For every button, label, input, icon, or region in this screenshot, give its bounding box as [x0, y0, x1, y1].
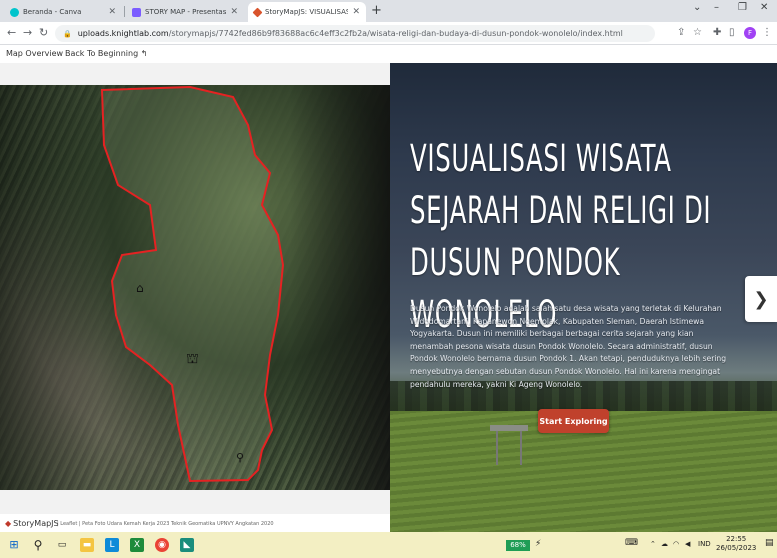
tab-canva[interactable]: Beranda - Canva ✕ [4, 2, 122, 22]
slide-panel: VISUALISASI WISATA SEJARAH DAN RELIGI DI… [390, 63, 777, 532]
aerial-photo-map[interactable]: ⌂ ⛫ ⚲ [0, 85, 390, 490]
excel-icon[interactable]: X [130, 538, 144, 552]
tab-label: StoryMapJS: VISUALISASI WISAT [265, 8, 349, 16]
maximize-button[interactable]: ❐ [738, 2, 747, 13]
windows-start-icon[interactable]: ⊞ [7, 538, 21, 552]
address-bar[interactable]: 🔒 uploads.knightlab.com/storymapjs/7742f… [55, 25, 655, 42]
back-to-beginning-label: Back To Beginning [65, 49, 139, 58]
presentation-favicon-icon [132, 7, 141, 17]
slide-body-text: Dusun Pondok Wonolelo adalah salah satu … [410, 304, 727, 389]
file-explorer-icon[interactable]: ▬ [80, 538, 94, 552]
lock-icon: 🔒 [63, 29, 72, 38]
keyboard-icon[interactable]: ⌨ [625, 538, 638, 548]
task-view-icon[interactable]: ▭ [55, 538, 69, 552]
house-marker-icon[interactable]: ⌂ [136, 281, 144, 295]
share-icon[interactable]: ⇪ [677, 27, 685, 38]
map-credit: | Leaflet | Peta Foto Udara Kemah Kerja … [57, 521, 274, 527]
storymapjs-brand[interactable]: ◆ StoryMapJS [5, 519, 59, 528]
new-tab-button[interactable]: + [371, 3, 382, 18]
url-path: /storymapjs/7742fed86b9f83688ac6c4eff3c2… [168, 29, 623, 38]
browser-toolbar: ← → ↻ 🔒 uploads.knightlab.com/storymapjs… [0, 22, 777, 45]
volume-icon[interactable]: ◀ [685, 540, 690, 548]
storymapjs-logo-icon: ◆ [5, 519, 12, 528]
minimize-button[interactable]: – [714, 2, 719, 13]
extensions-puzzle-icon[interactable]: ✚ [713, 27, 721, 38]
wifi-icon[interactable]: ◠ [673, 540, 679, 548]
background-hut [490, 425, 528, 465]
forward-arrow-icon[interactable]: → [23, 26, 32, 39]
tab-story-map-presentasi[interactable]: STORY MAP - Presentasi ✕ [126, 2, 244, 22]
map-overview-link[interactable]: Map Overview [6, 49, 63, 58]
close-tab-icon[interactable]: ✕ [108, 7, 116, 17]
url-host: uploads.knightlab.com [77, 29, 169, 38]
notifications-icon[interactable]: ▤ [765, 538, 774, 548]
tab-label: STORY MAP - Presentasi [145, 8, 227, 16]
canva-favicon-icon [10, 7, 19, 17]
battery-indicator[interactable]: 68% [506, 540, 530, 551]
close-tab-icon[interactable]: ✕ [352, 7, 360, 17]
tab-search-chevron-icon[interactable]: ⌄ [693, 2, 701, 13]
next-slide-button[interactable]: ❯ [745, 276, 777, 322]
browser-tab-bar: Beranda - Canva ✕ STORY MAP - Presentasi… [0, 0, 777, 22]
close-tab-icon[interactable]: ✕ [230, 7, 238, 17]
mosque-marker-icon[interactable]: ⛫ [186, 351, 199, 369]
side-panel-icon[interactable]: ▯ [729, 27, 735, 38]
search-icon[interactable]: ⚲ [31, 538, 45, 552]
return-arrow-icon: ↰ [140, 49, 148, 58]
back-to-beginning-link[interactable]: Back To Beginning ↰ [65, 49, 147, 58]
windows-taskbar: ⊞ ⚲ ▭ ▬ L X ◉ ◣ ⚡ ⌨ ⌃ ☁ ◠ ◀ IND ▤ [0, 532, 777, 558]
storymapjs-favicon-icon [252, 7, 263, 17]
battery-charging-icon[interactable]: ⚡ [535, 539, 541, 549]
cloud-icon[interactable]: ☁ [661, 540, 668, 548]
clock-date: 26/05/2023 [716, 544, 757, 552]
chevron-right-icon: ❯ [753, 288, 769, 310]
map-app-icon[interactable]: ◣ [180, 538, 194, 552]
system-clock[interactable]: 22:55 26/05/2023 [716, 535, 756, 553]
browser-menu-icon[interactable]: ⋮ [762, 27, 772, 38]
storymap-header: Map Overview Back To Beginning ↰ [0, 45, 777, 63]
back-arrow-icon[interactable]: ← [7, 26, 16, 39]
map-panel[interactable]: ⌂ ⛫ ⚲ [0, 63, 390, 518]
bookmark-star-icon[interactable]: ☆ [693, 27, 702, 38]
show-hidden-icons-chevron-icon[interactable]: ⌃ [650, 540, 656, 548]
reload-icon[interactable]: ↻ [39, 26, 48, 39]
profile-avatar[interactable]: F [744, 27, 756, 39]
tab-label: Beranda - Canva [23, 8, 82, 16]
map-attribution-bar: ◆ StoryMapJS | Leaflet | Peta Foto Udara … [0, 514, 390, 532]
location-pin-icon[interactable]: ⚲ [236, 451, 244, 464]
village-boundary-outline [100, 85, 285, 483]
tab-storymapjs[interactable]: StoryMapJS: VISUALISASI WISAT ✕ [248, 2, 366, 22]
start-exploring-button[interactable]: Start Exploring [538, 409, 609, 433]
brand-label: StoryMapJS [13, 519, 59, 528]
input-language[interactable]: IND [698, 540, 711, 548]
chrome-icon[interactable]: ◉ [155, 538, 169, 552]
learning-app-icon[interactable]: L [105, 538, 119, 552]
close-window-button[interactable]: ✕ [760, 2, 768, 13]
tab-divider [124, 6, 125, 17]
clock-time: 22:55 [726, 535, 747, 543]
